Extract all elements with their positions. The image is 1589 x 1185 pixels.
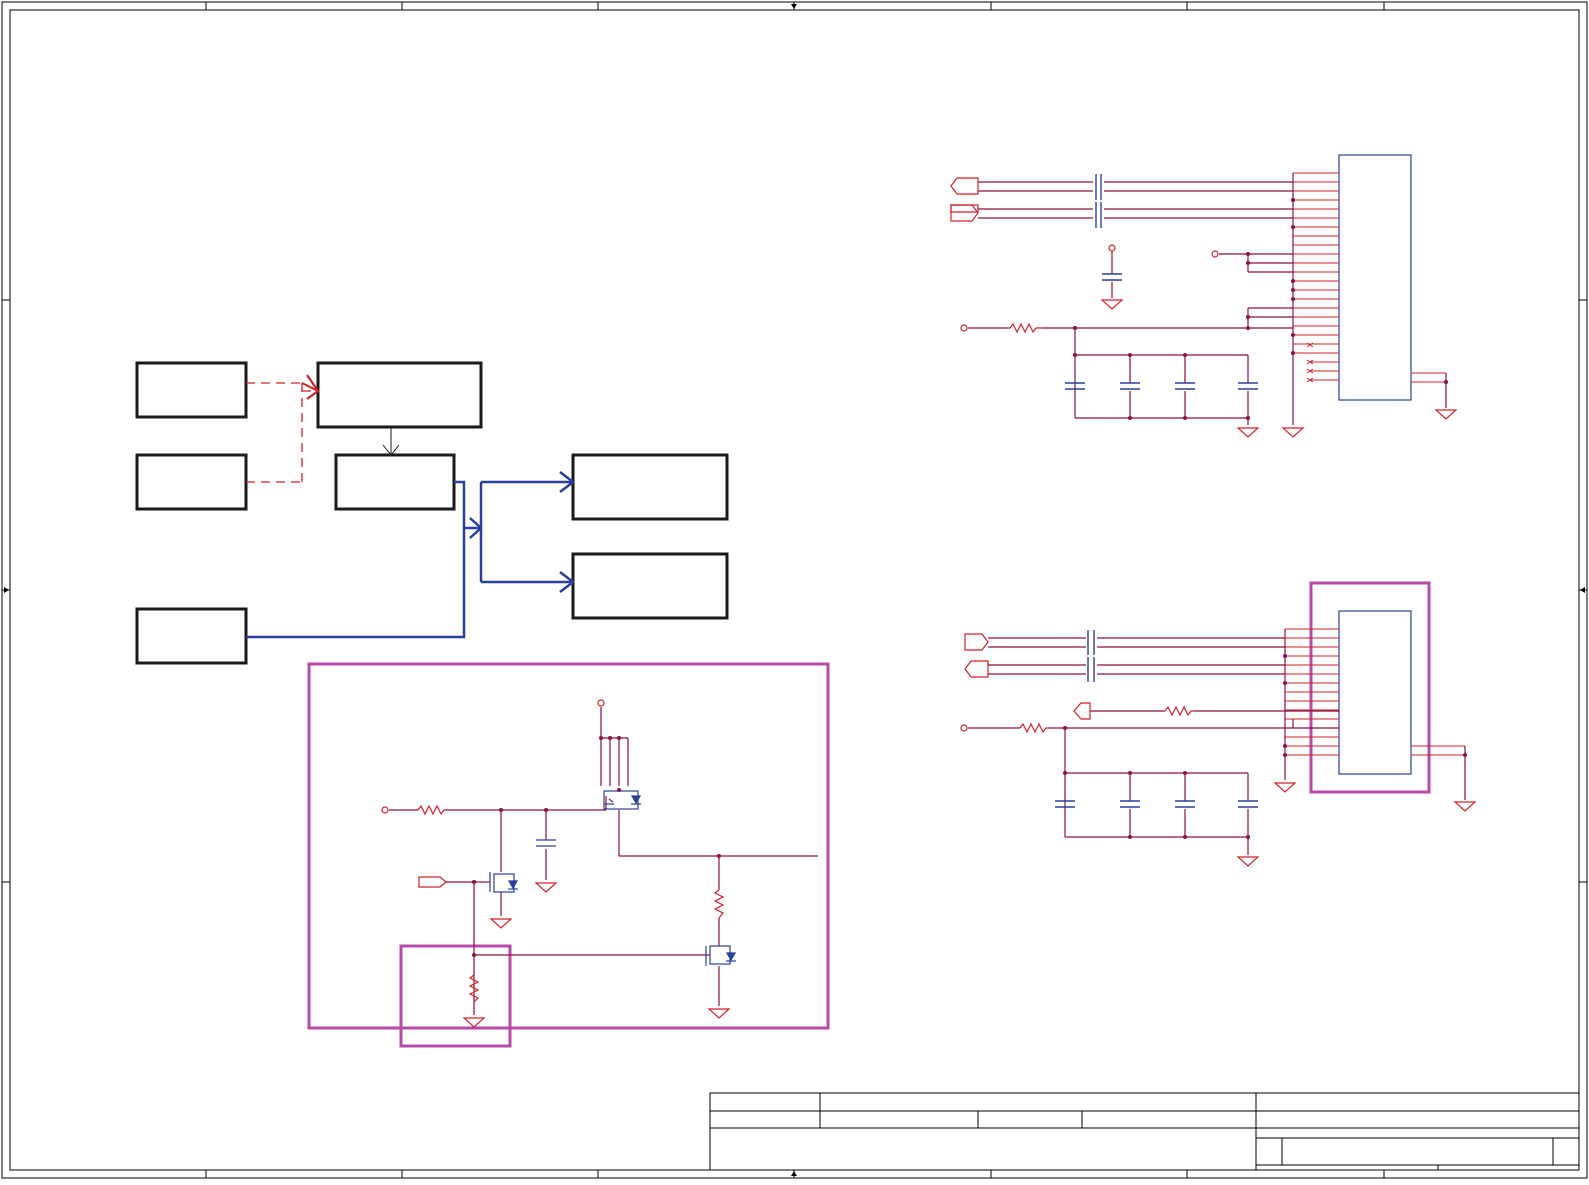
ground-symbol <box>1236 782 1477 867</box>
block-left-top <box>135 361 248 419</box>
resistor <box>1009 322 1043 334</box>
block-right-top <box>571 453 729 521</box>
dashed-link-red <box>246 382 303 483</box>
block-left-bottom <box>135 607 248 665</box>
junction-dots <box>472 736 721 957</box>
power-pin <box>1108 244 1116 252</box>
block-center-top <box>316 361 483 429</box>
arrow-down <box>382 427 400 456</box>
resistor <box>713 889 725 919</box>
highlight-box-small <box>399 944 512 1048</box>
capacitor <box>536 839 556 847</box>
connector-body <box>1338 610 1412 775</box>
sheet-frame <box>1 1 1588 1179</box>
schematic-sheet <box>0 0 1589 1180</box>
n-mosfet-left <box>489 872 519 893</box>
highlight-box-large <box>307 662 830 1030</box>
signal-port[interactable] <box>950 177 979 222</box>
connector-circuit-top <box>950 154 1458 438</box>
power-pin <box>960 324 968 332</box>
power-pin <box>960 724 968 732</box>
resistor <box>1164 705 1195 717</box>
n-mosfet-right <box>705 945 737 966</box>
junction-dots <box>1073 198 1448 420</box>
input-port[interactable] <box>418 876 447 888</box>
connector-body <box>1338 154 1412 401</box>
center-markers <box>4 4 1585 1176</box>
junction-dots <box>1063 654 1467 839</box>
coupling-capacitors <box>1065 174 1258 390</box>
connector-circuit-bottom <box>960 581 1477 867</box>
block-center-mid <box>334 453 456 511</box>
power-switch-circuit <box>307 662 830 1048</box>
block-diagram <box>135 361 729 665</box>
block-left-mid <box>135 453 248 511</box>
title-block <box>709 1092 1580 1171</box>
resistor <box>417 804 445 816</box>
block-right-bottom <box>571 552 729 620</box>
power-input-pin <box>381 806 389 814</box>
power-pin <box>1211 250 1219 258</box>
ground-symbol <box>1100 299 1458 438</box>
resistor <box>1019 722 1049 734</box>
power-vin-pin <box>597 699 605 707</box>
p-mosfet <box>603 790 642 810</box>
